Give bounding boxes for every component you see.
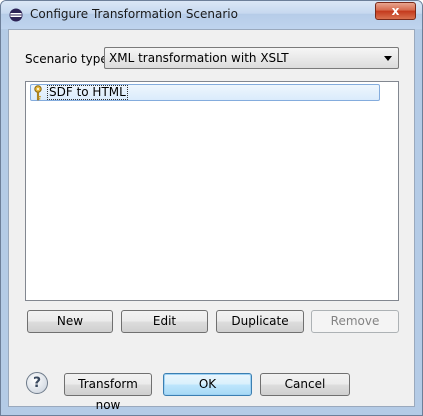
edit-button[interactable]: Edit xyxy=(121,310,208,333)
scenario-type-label: Scenario type: xyxy=(25,52,112,66)
cancel-button[interactable]: Cancel xyxy=(260,373,350,396)
window-title: Configure Transformation Scenario xyxy=(30,7,238,21)
title-bar[interactable]: Configure Transformation Scenario x xyxy=(1,1,422,29)
new-button[interactable]: New xyxy=(27,310,113,333)
ok-button[interactable]: OK xyxy=(163,373,252,396)
dialog-window: Configure Transformation Scenario x Scen… xyxy=(0,0,423,416)
key-icon xyxy=(34,85,42,101)
chevron-down-icon xyxy=(384,56,392,61)
scenario-list[interactable]: SDF to HTML xyxy=(25,81,399,301)
dialog-content: Scenario type: XML transformation with X… xyxy=(8,29,415,412)
remove-button: Remove xyxy=(311,310,399,333)
close-icon: x xyxy=(391,4,400,18)
scenario-item-label: SDF to HTML xyxy=(47,85,128,100)
duplicate-button[interactable]: Duplicate xyxy=(216,310,304,333)
scenario-type-select[interactable]: XML transformation with XSLT xyxy=(104,47,399,69)
scenario-type-value: XML transformation with XSLT xyxy=(109,51,289,65)
eclipse-app-icon xyxy=(9,8,23,22)
help-icon[interactable]: ? xyxy=(26,372,48,394)
close-button[interactable]: x xyxy=(375,2,416,20)
transform-now-button[interactable]: Transform now xyxy=(64,373,152,412)
list-item[interactable]: SDF to HTML xyxy=(30,84,380,101)
